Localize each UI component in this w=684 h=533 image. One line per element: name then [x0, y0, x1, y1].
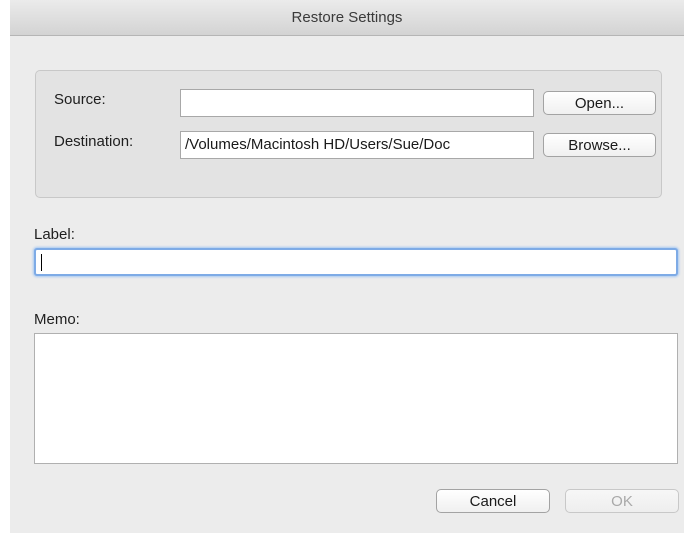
browse-button[interactable]: Browse...	[543, 133, 656, 157]
memo-label: Memo:	[34, 311, 80, 328]
ok-button[interactable]: OK	[565, 489, 679, 513]
cancel-button[interactable]: Cancel	[436, 489, 550, 513]
restore-settings-dialog: Restore Settings Source: Open... Destina…	[10, 0, 684, 533]
memo-textarea[interactable]	[34, 333, 678, 464]
destination-field[interactable]: /Volumes/Macintosh HD/Users/Sue/Doc	[180, 131, 534, 159]
source-field[interactable]	[180, 89, 534, 117]
text-caret	[41, 254, 42, 271]
label-input[interactable]	[34, 248, 678, 276]
destination-label: Destination:	[54, 133, 134, 150]
open-button[interactable]: Open...	[543, 91, 656, 115]
title-bar[interactable]: Restore Settings	[10, 0, 684, 36]
source-label: Source:	[54, 91, 106, 108]
label-field-label: Label:	[34, 226, 75, 243]
paths-group: Source: Open... Destination: /Volumes/Ma…	[35, 70, 662, 198]
window-title: Restore Settings	[291, 9, 403, 26]
